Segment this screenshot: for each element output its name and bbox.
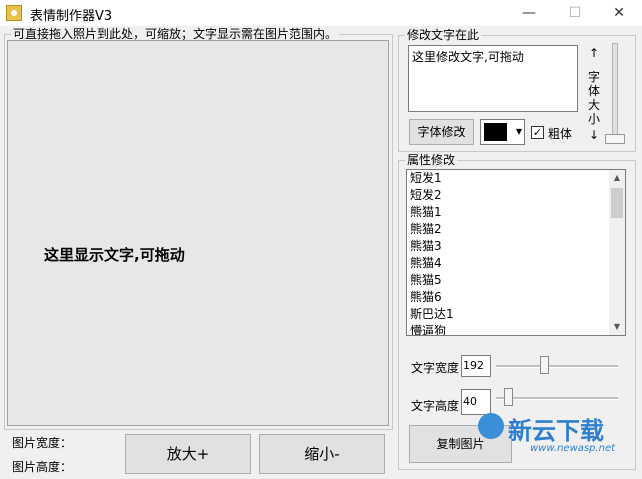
list-scrollbar[interactable]: ▲ ▼ — [609, 170, 625, 335]
text-width-input[interactable]: 192 — [461, 355, 491, 377]
watermark: 新云下载 www.newasp.net — [478, 413, 638, 473]
close-button[interactable]: ✕ — [596, 0, 642, 26]
text-height-slider-track[interactable] — [496, 397, 618, 400]
color-swatch — [484, 123, 507, 141]
app-icon — [6, 5, 22, 21]
bold-label: 粗体 — [548, 127, 573, 141]
font-size-label: 字体大小 — [587, 70, 600, 126]
list-item[interactable]: 懵逼狗 — [407, 323, 625, 335]
zoom-in-button[interactable]: 放大+ — [125, 434, 251, 474]
scroll-up-icon[interactable]: ▲ — [609, 170, 625, 186]
maximize-button[interactable]: ☐ — [552, 0, 598, 26]
window-title: 表情制作器V3 — [30, 9, 113, 24]
minimize-button[interactable]: — — [506, 0, 552, 26]
canvas-draggable-text[interactable]: 这里显示文字,可拖动 — [44, 244, 185, 265]
text-height-slider-thumb[interactable] — [504, 388, 513, 406]
chevron-down-icon: ▼ — [515, 127, 522, 136]
app-window: 表情制作器V3 — ☐ ✕ 可直接拖入照片到此处，可缩放；文字显示需在图片范围内… — [0, 0, 642, 479]
text-width-slider-track[interactable] — [496, 365, 618, 368]
text-input[interactable]: 这里修改文字,可拖动 — [408, 45, 578, 112]
font-size-slider-thumb[interactable] — [605, 134, 625, 144]
list-item[interactable]: 短发2 — [407, 187, 625, 204]
text-width-label: 文字宽度 — [411, 361, 460, 375]
size-down-arrow: ↓ — [588, 128, 600, 142]
list-item[interactable]: 短发1 — [407, 170, 625, 187]
template-list[interactable]: 短发1 短发2 熊猫1 熊猫2 熊猫3 熊猫4 熊猫5 熊猫6 斯巴达1 懵逼狗 ▲ ▼ — [406, 169, 626, 336]
image-height-label: 图片高度： — [12, 460, 73, 474]
watermark-title: 新云下载 — [508, 417, 604, 445]
bold-checkbox[interactable]: ✓ — [531, 126, 544, 139]
zoom-out-button[interactable]: 缩小- — [259, 434, 385, 474]
list-item[interactable]: 熊猫5 — [407, 272, 625, 289]
text-width-slider-thumb[interactable] — [540, 356, 549, 374]
text-height-label: 文字高度 — [411, 399, 460, 413]
scroll-thumb[interactable] — [611, 188, 623, 218]
list-item[interactable]: 熊猫1 — [407, 204, 625, 221]
font-size-slider-track[interactable] — [612, 43, 618, 141]
attr-group-title: 属性修改 — [405, 153, 458, 167]
image-hint-label: 可直接拖入照片到此处，可缩放；文字显示需在图片范围内。 — [11, 27, 340, 41]
list-item[interactable]: 熊猫2 — [407, 221, 625, 238]
watermark-logo-icon — [478, 413, 504, 439]
title-bar: 表情制作器V3 — ☐ ✕ — [0, 0, 642, 26]
watermark-url: www.newasp.net — [530, 443, 616, 454]
text-height-input[interactable]: 40 — [461, 389, 491, 415]
image-canvas[interactable]: 这里显示文字,可拖动 — [7, 40, 389, 426]
size-up-arrow: ↑ — [588, 46, 600, 60]
color-picker[interactable]: ▼ — [480, 119, 525, 145]
list-item[interactable]: 斯巴达1 — [407, 306, 625, 323]
font-edit-button[interactable]: 字体修改 — [409, 119, 474, 145]
text-edit-title: 修改文字在此 — [405, 28, 482, 42]
image-width-label: 图片宽度： — [12, 436, 73, 450]
list-item[interactable]: 熊猫4 — [407, 255, 625, 272]
list-item[interactable]: 熊猫6 — [407, 289, 625, 306]
list-item[interactable]: 熊猫3 — [407, 238, 625, 255]
scroll-down-icon[interactable]: ▼ — [609, 319, 625, 335]
